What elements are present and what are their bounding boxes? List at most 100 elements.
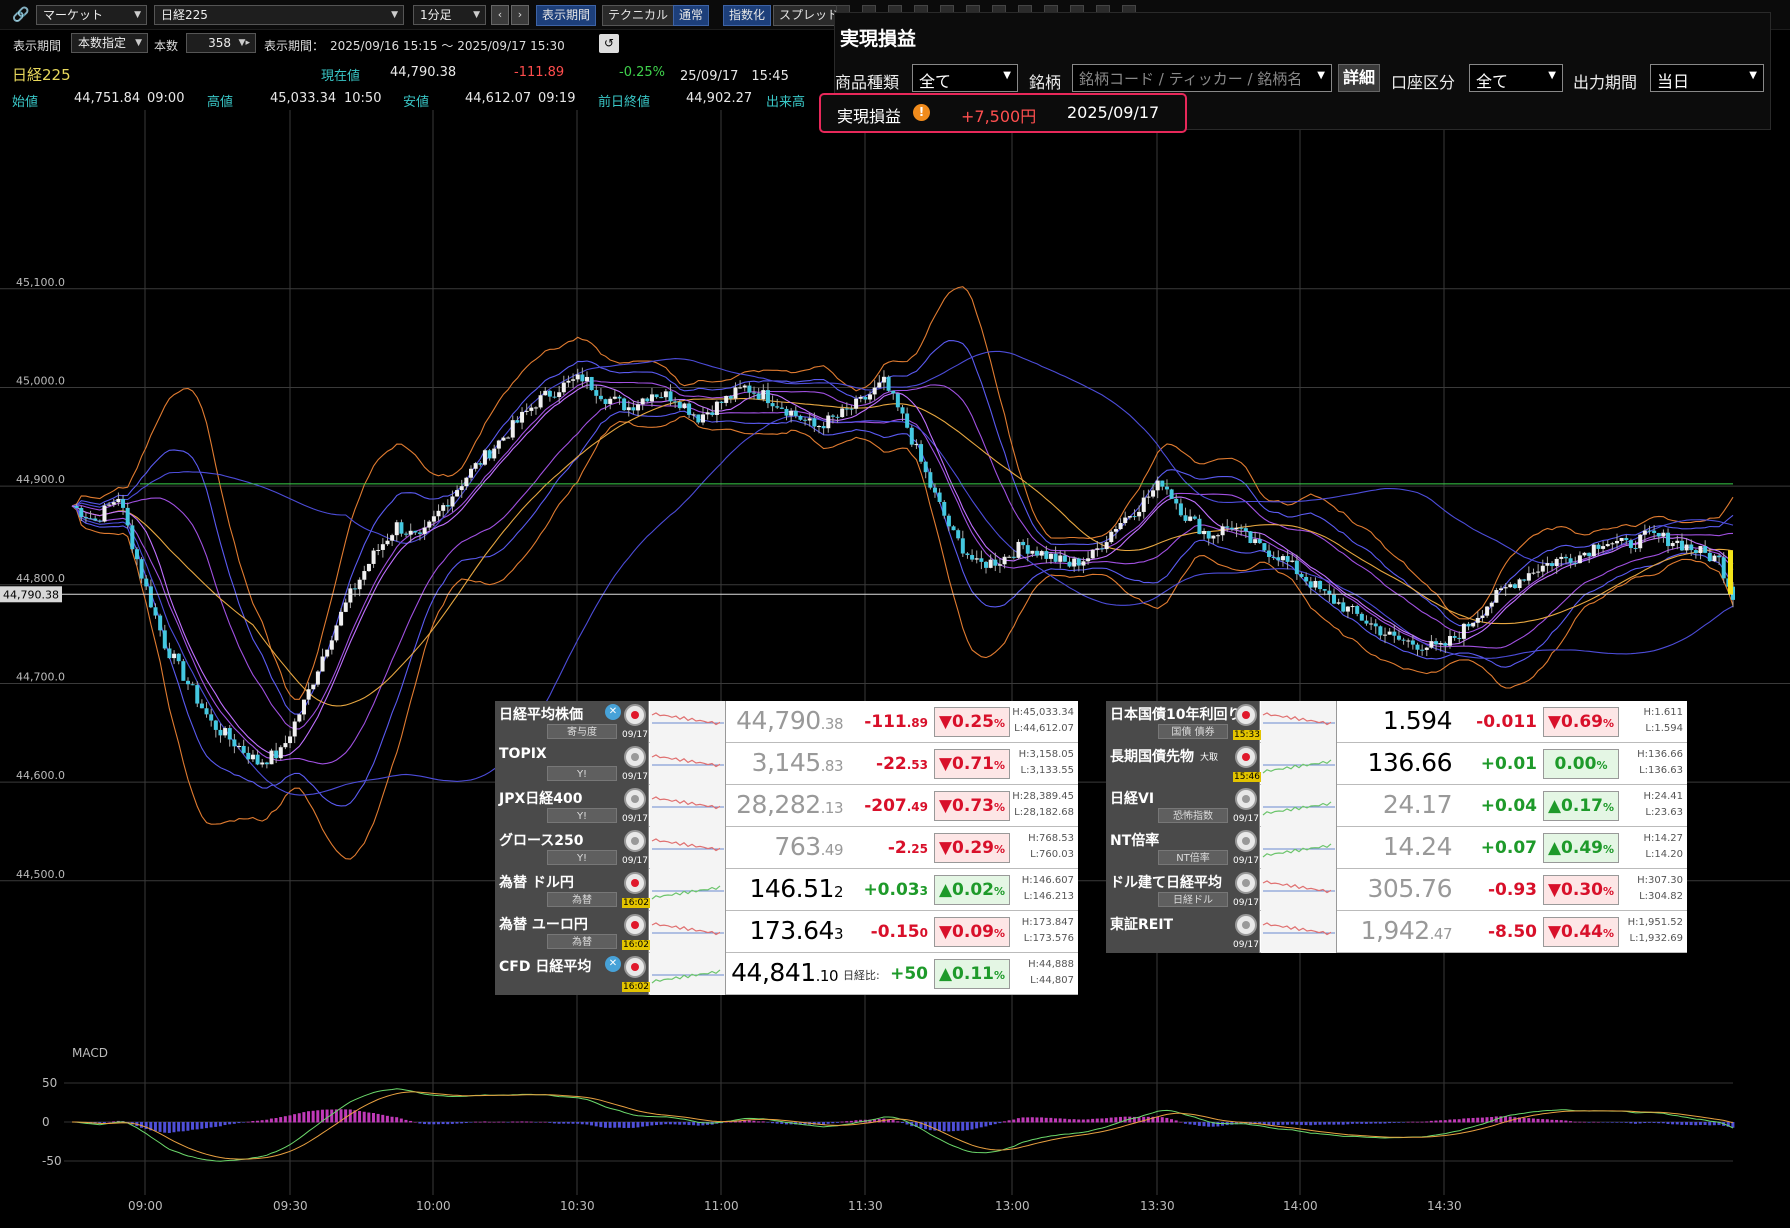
symbol-search-input[interactable]: 銘柄コード / ティッカー / 銘柄名 ▼ — [1072, 64, 1332, 92]
candle — [1619, 537, 1624, 542]
market-value-main: 44,841 — [731, 958, 816, 987]
candle — [1452, 636, 1457, 638]
macd-histogram-bar — [1657, 1122, 1661, 1124]
market-sub-button[interactable]: 恐怖指数 — [1158, 808, 1228, 823]
market-sub-button[interactable]: Y! — [547, 850, 617, 865]
reset-icon[interactable]: ↺ — [599, 34, 619, 53]
market-row[interactable]: JPX日経400 Y! 09/17 28,282.13 -207.49 ▼0.73% H:2… — [495, 785, 1078, 827]
market-select[interactable]: マーケット ▼ — [36, 5, 147, 25]
candle — [1267, 550, 1272, 557]
macd-histogram-bar — [102, 1122, 106, 1124]
market-sub-button[interactable]: 為替 — [547, 934, 617, 949]
macd-histogram-bar — [1675, 1122, 1679, 1125]
market-row[interactable]: 為替 ユーロ円 為替 16:02 173.643 -0.150 ▼0.09% H:173.8… — [495, 911, 1078, 953]
price-chart[interactable]: 45,100.0 45,000.0 44,900.0 44,800.0 44,700.0… — [0, 0, 1790, 1228]
candle — [88, 518, 93, 520]
index-button[interactable]: 指数化 — [723, 5, 772, 26]
market-name-cell[interactable]: CFD 日経平均 ✕ 16:02 — [495, 953, 650, 995]
count-input[interactable]: 358 ▼▸ — [186, 33, 256, 53]
market-row[interactable]: 為替 ドル円 為替 16:02 146.512 +0.033 ▲0.02% H:146.60… — [495, 869, 1078, 911]
interval-select[interactable]: 1分足 ▼ — [413, 5, 486, 25]
normal-button[interactable]: 通常 — [673, 5, 710, 26]
x-tick-label: 09:00 — [128, 1199, 163, 1213]
candle — [1434, 641, 1439, 645]
sparkline-chart — [650, 701, 726, 743]
candle — [162, 630, 167, 649]
x-social-icon[interactable]: ✕ — [605, 956, 621, 972]
market-name-cell[interactable]: 為替 ドル円 為替 16:02 — [495, 869, 650, 911]
market-change: -0.150 — [871, 922, 928, 942]
market-row[interactable]: 日経平均株価 寄与度 ✕ 09/17 44,790.38 -111.89 ▼0.25% H:4… — [495, 701, 1078, 743]
market-sub-button[interactable]: Y! — [547, 808, 617, 823]
market-sub-button[interactable]: 寄与度 — [547, 724, 617, 739]
candle — [227, 728, 232, 740]
candle — [1531, 572, 1536, 574]
technical-button[interactable]: テクニカル — [602, 5, 675, 26]
market-name-cell[interactable]: TOPIX Y! 09/17 — [495, 743, 649, 785]
market-value: 28,282.13 — [736, 790, 843, 819]
change-value: -111.89 — [514, 65, 565, 80]
macd-histogram-bar — [1183, 1122, 1187, 1124]
candle — [696, 414, 701, 423]
market-sub-button[interactable]: 国債 債券 — [1158, 724, 1228, 739]
account-select[interactable]: 全て ▼ — [1469, 64, 1563, 92]
market-row[interactable]: ドル建て日経平均 日経ドル 09/17 305.76 -0.93 ▼0.30% H:307.… — [1106, 869, 1687, 911]
market-row[interactable]: NT倍率 NT倍率 09/17 14.24 +0.07 ▲0.49% H:14.27 L:14… — [1106, 827, 1687, 869]
candle — [1554, 558, 1559, 567]
macd-histogram-bar — [1360, 1122, 1364, 1124]
market-name-cell[interactable]: ドル建て日経平均 日経ドル 09/17 — [1106, 869, 1260, 911]
market-change: +50 — [890, 964, 928, 984]
sparkline-chart — [650, 869, 726, 911]
candle — [422, 527, 427, 534]
sparkline-chart — [1261, 911, 1337, 953]
market-name-cell[interactable]: 東証REIT 09/17 — [1106, 911, 1260, 953]
macd-histogram-bar — [404, 1119, 408, 1123]
macd-histogram-bar — [1142, 1116, 1146, 1123]
next-button[interactable]: › — [511, 5, 529, 25]
prev-button[interactable]: ‹ — [491, 5, 509, 25]
market-name-cell[interactable]: 為替 ユーロ円 為替 16:02 — [495, 911, 650, 953]
market-row[interactable]: TOPIX Y! 09/17 3,145.83 -22.53 ▼0.71% H:3,158.… — [495, 743, 1078, 785]
symbol-select[interactable]: 日経225 ▼ — [154, 5, 404, 25]
y-tick-label: 44,600.0 — [16, 769, 65, 782]
market-row[interactable]: 東証REIT 09/17 1,942.47 -8.50 ▼0.44% H:1,951.52… — [1106, 911, 1687, 953]
market-name-cell[interactable]: JPX日経400 Y! 09/17 — [495, 785, 649, 827]
detail-button[interactable]: 詳細 — [1338, 64, 1380, 92]
market-name-cell[interactable]: 日本国債10年利回り 国債 債券 15:33 — [1106, 701, 1261, 743]
market-sub-button[interactable]: Y! — [547, 766, 617, 781]
candle — [1615, 541, 1620, 544]
warning-icon[interactable]: ! — [913, 104, 930, 121]
market-name-cell[interactable]: グロース250 Y! 09/17 — [495, 827, 649, 869]
market-sub-button[interactable]: 為替 — [547, 892, 617, 907]
market-sub-button[interactable]: 日経ドル — [1158, 892, 1228, 907]
macd-histogram-bar — [413, 1121, 417, 1123]
candle — [960, 538, 965, 554]
period-output-select[interactable]: 当日 ▼ — [1650, 64, 1764, 92]
candle — [608, 398, 613, 404]
market-row[interactable]: 日本国債10年利回り 国債 債券 15:33 1.594 -0.011 ▼0.69% H:1… — [1106, 701, 1687, 743]
market-name-cell[interactable]: NT倍率 NT倍率 09/17 — [1106, 827, 1260, 869]
stepper-icon[interactable]: ▼▸ — [239, 35, 250, 51]
ohlc-row: 始値 44,751.84 09:00 高値 45,033.34 10:50 安値… — [0, 88, 830, 110]
candle — [710, 412, 715, 415]
market-name-cell[interactable]: 日経VI 恐怖指数 09/17 — [1106, 785, 1260, 827]
macd-histogram-bar — [1388, 1122, 1392, 1124]
market-row[interactable]: CFD 日経平均 ✕ 16:02 44,841.10 日経比: +50 ▲0.11% H:44… — [495, 953, 1078, 995]
display-period-button[interactable]: 表示期間 — [536, 5, 597, 26]
candle — [1666, 532, 1671, 547]
macd-histogram-bar — [1081, 1119, 1085, 1123]
market-sub-button[interactable]: NT倍率 — [1158, 850, 1228, 865]
market-low: L:44,807 — [1030, 975, 1074, 986]
interval-select-value: 1分足 — [420, 8, 452, 22]
chevron-down-icon: ▼ — [135, 38, 142, 48]
x-social-icon[interactable]: ✕ — [605, 704, 621, 720]
candle — [603, 399, 608, 404]
market-name-cell[interactable]: 長期国債先物 大取 15:46 — [1106, 743, 1261, 785]
market-row[interactable]: グロース250 Y! 09/17 763.49 -2.25 ▼0.29% H:768.53 L… — [495, 827, 1078, 869]
period-mode-select[interactable]: 本数指定 ▼ — [71, 33, 148, 53]
market-name-cell[interactable]: 日経平均株価 寄与度 ✕ 09/17 — [495, 701, 649, 743]
market-row[interactable]: 日経VI 恐怖指数 09/17 24.17 +0.04 ▲0.17% H:24.41 L:23… — [1106, 785, 1687, 827]
link-icon[interactable]: 🔗 — [12, 7, 30, 23]
product-select[interactable]: 全て ▼ — [912, 64, 1018, 92]
market-row[interactable]: 長期国債先物 大取 15:46 136.66 +0.01 0.00% H:136.66 L:1… — [1106, 743, 1687, 785]
